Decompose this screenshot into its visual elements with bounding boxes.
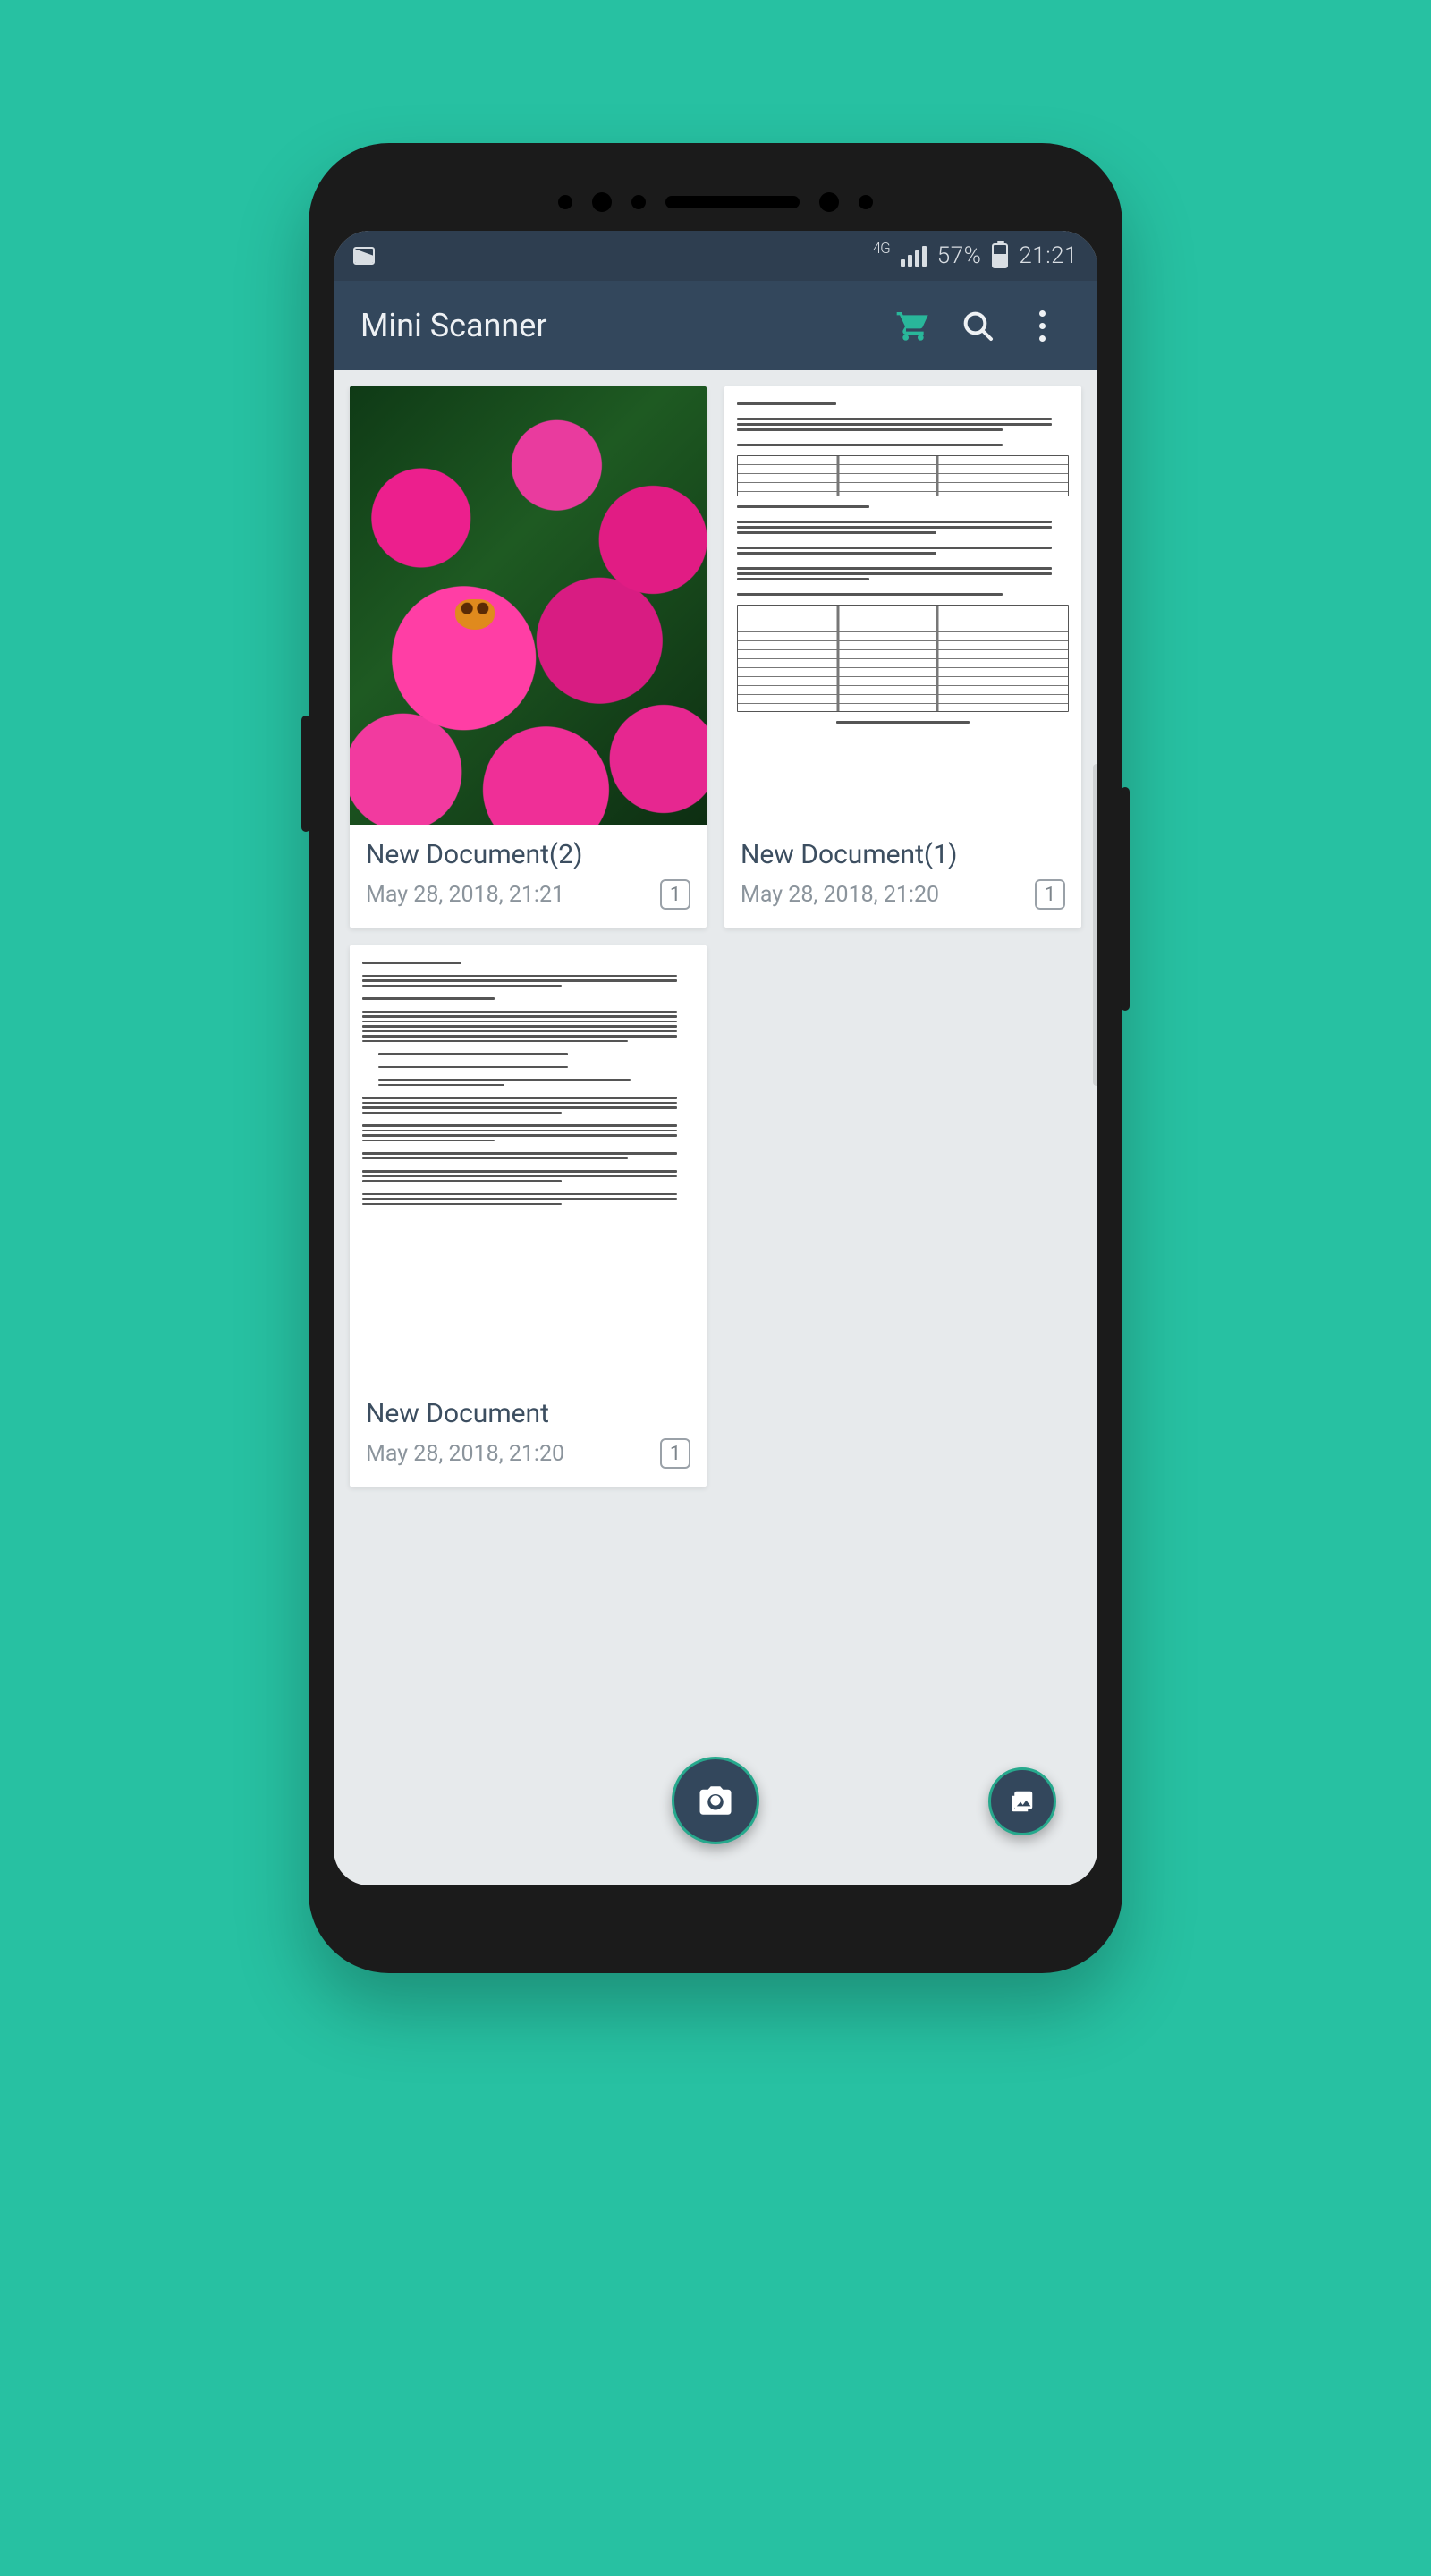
- document-card[interactable]: New Document May 28, 2018, 21:20 1: [350, 945, 707, 1487]
- gallery-icon: [1009, 1788, 1036, 1815]
- signal-icon: [901, 246, 927, 267]
- overflow-button[interactable]: [1010, 293, 1074, 358]
- phone-frame: 4G 57% 21:21 Mini Scanner: [309, 143, 1122, 1973]
- app-bar: Mini Scanner: [334, 281, 1097, 370]
- document-grid: New Document(2) May 28, 2018, 21:21 1: [334, 370, 1097, 1885]
- camera-icon: [697, 1782, 734, 1819]
- volume-button: [301, 716, 310, 832]
- network-label: 4G: [873, 240, 890, 258]
- phone-sensors: [334, 168, 1097, 231]
- document-title: New Document(2): [366, 839, 690, 870]
- power-button: [1121, 787, 1130, 1011]
- scroll-indicator: [1093, 764, 1097, 1086]
- page-count: 1: [1035, 879, 1065, 910]
- document-date: May 28, 2018, 21:21: [366, 882, 648, 908]
- camera-fab[interactable]: [672, 1757, 759, 1844]
- gallery-fab[interactable]: [988, 1767, 1056, 1835]
- clock: 21:21: [1019, 242, 1078, 269]
- image-icon: [353, 247, 375, 265]
- kebab-icon: [1039, 310, 1046, 342]
- page-count: 1: [660, 1438, 690, 1469]
- document-card[interactable]: New Document(2) May 28, 2018, 21:21 1: [350, 386, 707, 928]
- document-title: New Document: [366, 1398, 690, 1429]
- search-button[interactable]: [945, 293, 1010, 358]
- battery-icon: [992, 243, 1008, 268]
- document-thumbnail: [724, 386, 1081, 825]
- document-thumbnail: [350, 945, 707, 1384]
- document-card[interactable]: New Document(1) May 28, 2018, 21:20 1: [724, 386, 1081, 928]
- phone-chin: [334, 1885, 1097, 1948]
- screen: 4G 57% 21:21 Mini Scanner: [334, 231, 1097, 1885]
- app-title: Mini Scanner: [360, 307, 881, 344]
- document-date: May 28, 2018, 21:20: [366, 1441, 648, 1467]
- document-title: New Document(1): [741, 839, 1065, 870]
- store-button[interactable]: [881, 293, 945, 358]
- status-bar: 4G 57% 21:21: [334, 231, 1097, 281]
- search-icon: [960, 308, 995, 343]
- battery-label: 57%: [937, 242, 982, 269]
- page-count: 1: [660, 879, 690, 910]
- cart-icon: [895, 308, 931, 343]
- document-date: May 28, 2018, 21:20: [741, 882, 1022, 908]
- document-thumbnail: [350, 386, 707, 825]
